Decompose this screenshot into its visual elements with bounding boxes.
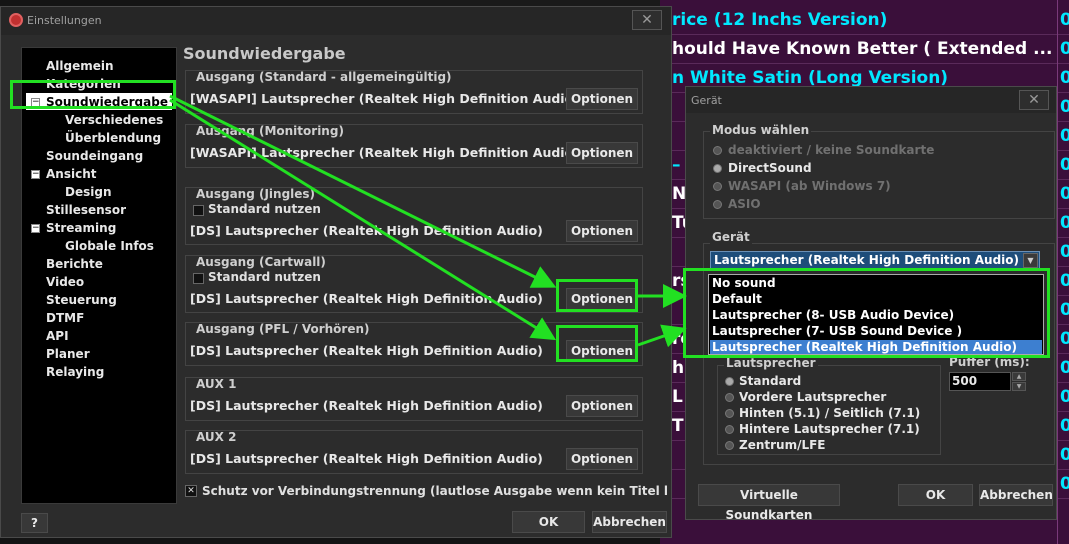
cancel-button[interactable]: Abbrechen [592, 511, 667, 533]
virtual-soundcards-button[interactable]: Virtuelle Soundkarten [698, 484, 840, 522]
nav-item-video[interactable]: Video [46, 275, 84, 289]
speaker-radio[interactable] [725, 393, 734, 402]
buffer-input[interactable]: 500 [949, 372, 1011, 391]
output-group-title: Ausgang (Monitoring) [196, 124, 344, 138]
playlist-column-divider [1057, 0, 1069, 544]
output-group: Ausgang (Standard - allgemeingültig) [WAS… [185, 70, 643, 114]
nav-item-verschiedenes[interactable]: Verschiedenes [65, 113, 163, 127]
mode-label: deaktiviert / keine Soundkarte [728, 143, 935, 157]
speaker-label: Standard [739, 374, 802, 388]
output-group-title: Ausgang (PFL / Vorhören) [196, 322, 370, 336]
speaker-radio[interactable] [725, 425, 734, 434]
nav-item-globale-infos[interactable]: Globale Infos [65, 239, 154, 253]
settings-nav: Allgemein Kategorien − Soundwiedergabe Versc… [21, 47, 177, 504]
nav-item-streaming[interactable]: Streaming [46, 221, 116, 235]
spin-up-icon[interactable]: ▲ [1012, 372, 1026, 381]
device-cancel-button[interactable]: Abbrechen [979, 484, 1053, 506]
output-group: Ausgang (Jingles) Standard nutzen [DS] Lau… [185, 187, 643, 245]
options-button[interactable]: Optionen [566, 88, 638, 110]
output-device-label: [WASAPI] Lautsprecher (Realtek High Defi… [190, 91, 579, 106]
nav-item-ansicht[interactable]: Ansicht [46, 167, 96, 181]
settings-titlebar: Einstellungen ✕ [1, 7, 671, 35]
mode-radio[interactable] [713, 200, 722, 209]
nav-item-berichte[interactable]: Berichte [46, 257, 103, 271]
mode-label: WASAPI (ab Windows 7) [728, 179, 891, 193]
protect-checkbox[interactable]: ✕ [185, 485, 197, 497]
speaker-title: Lautsprecher [724, 356, 818, 370]
output-group-title: Ausgang (Jingles) [196, 187, 316, 201]
device-titlebar: Gerät ✕ [686, 87, 1056, 113]
close-icon[interactable]: ✕ [1019, 90, 1049, 110]
spin-down-icon[interactable]: ▼ [1012, 382, 1026, 391]
nav-item-design[interactable]: Design [65, 185, 112, 199]
nav-item-steuerung[interactable]: Steuerung [46, 293, 117, 307]
mode-radio[interactable] [713, 164, 722, 173]
speaker-label: Vordere Lautsprecher [739, 390, 887, 404]
settings-title: Einstellungen [27, 14, 102, 27]
nav-item-planer[interactable]: Planer [46, 347, 90, 361]
output-group: Ausgang (Monitoring) [WASAPI] Lautspreche… [185, 124, 643, 168]
output-device-label: [DS] Lautsprecher (Realtek High Definiti… [190, 398, 543, 413]
collapse-icon[interactable]: − [31, 224, 40, 233]
nav-item-allgemein[interactable]: Allgemein [46, 59, 114, 73]
nav-item-soundeingang[interactable]: Soundeingang [46, 149, 143, 163]
speaker-radio[interactable] [725, 441, 734, 450]
nav-item-überblendung[interactable]: Überblendung [65, 131, 161, 145]
playlist-row[interactable]: hould Have Known Better ( Extended ... [660, 35, 1069, 64]
device-ok-button[interactable]: OK [898, 484, 973, 506]
standard-checkbox[interactable] [193, 273, 204, 284]
close-icon[interactable]: ✕ [632, 10, 662, 30]
annotation-box-pfl-options [556, 325, 638, 362]
options-button[interactable]: Optionen [566, 395, 638, 417]
nav-item-stillesensor[interactable]: Stillesensor [46, 203, 126, 217]
output-group-title: Ausgang (Cartwall) [196, 255, 326, 269]
speaker-label: Hintere Lautsprecher (7.1) [739, 422, 920, 436]
annotation-box-soundwiedergabe [10, 80, 176, 109]
speaker-label: Zentrum/LFE [739, 438, 826, 452]
mode-radio[interactable] [713, 146, 722, 155]
mode-label: ASIO [728, 197, 761, 211]
speaker-radio[interactable] [725, 377, 734, 386]
speaker-label: Hinten (5.1) / Seitlich (7.1) [739, 406, 921, 420]
nav-item-dtmf[interactable]: DTMF [46, 311, 84, 325]
output-group-title: AUX 2 [196, 430, 237, 444]
help-button[interactable]: ? [21, 513, 48, 533]
chevron-down-icon[interactable]: ▼ [1023, 253, 1038, 268]
combo-value: Lautsprecher (Realtek High Definition Au… [714, 253, 1020, 267]
mode-label: DirectSound [728, 161, 812, 175]
output-device-label: [DS] Lautsprecher (Realtek High Definiti… [190, 451, 543, 466]
standard-checkbox-label: Standard nutzen [208, 270, 321, 284]
ok-button[interactable]: OK [512, 511, 585, 533]
speaker-radio[interactable] [725, 409, 734, 418]
nav-item-api[interactable]: API [46, 329, 69, 343]
collapse-icon[interactable]: − [31, 170, 40, 179]
section-title: Soundwiedergabe [183, 44, 346, 63]
nav-item-relaying[interactable]: Relaying [46, 365, 104, 379]
device-title: Gerät [710, 230, 752, 244]
device-dialog-title: Gerät [691, 94, 722, 107]
output-device-label: [DS] Lautsprecher (Realtek High Definiti… [190, 291, 543, 306]
options-button[interactable]: Optionen [566, 142, 638, 164]
options-button[interactable]: Optionen [566, 220, 638, 242]
standard-checkbox-label: Standard nutzen [208, 202, 321, 216]
output-group-title: AUX 1 [196, 377, 237, 391]
standard-checkbox[interactable] [193, 205, 204, 216]
mode-title: Modus wählen [710, 123, 812, 137]
output-device-label: [DS] Lautsprecher (Realtek High Definiti… [190, 343, 543, 358]
annotation-box-dropdown [683, 268, 1050, 358]
app-icon [9, 13, 23, 27]
protect-label: Schutz vor Verbindungstrennung (lautlose… [202, 484, 669, 498]
options-button[interactable]: Optionen [566, 448, 638, 470]
output-device-label: [DS] Lautsprecher (Realtek High Definiti… [190, 223, 543, 238]
output-group: AUX 2 [DS] Lautsprecher (Realtek High Def… [185, 430, 643, 474]
annotation-box-cartwall-options [556, 279, 638, 312]
output-device-label: [WASAPI] Lautsprecher (Realtek High Defi… [190, 145, 579, 160]
mode-radio[interactable] [713, 182, 722, 191]
output-group-title: Ausgang (Standard - allgemeingültig) [196, 70, 452, 84]
playlist-row[interactable]: rice (12 Inchs Version) [660, 6, 1069, 35]
output-group: AUX 1 [DS] Lautsprecher (Realtek High Def… [185, 377, 643, 421]
